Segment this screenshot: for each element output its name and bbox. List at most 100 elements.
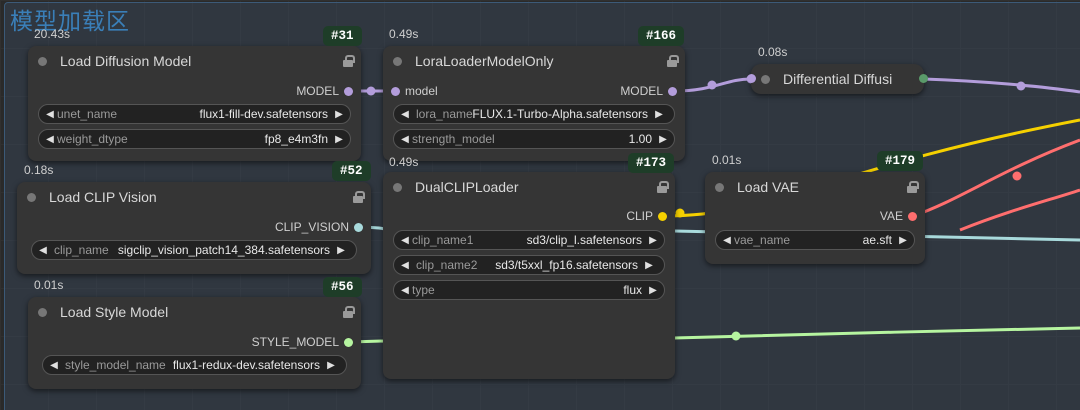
node-id-badge: #173 [628,153,675,173]
output-label: CLIP [626,209,653,223]
output-label: STYLE_MODEL [251,335,339,349]
node-load-vae[interactable]: Load VAE VAE ◀ vae_name ae.sft ▶ [705,172,925,264]
exec-time: 20.43s [34,27,71,41]
lock-icon[interactable] [907,181,919,193]
widget-strength-model[interactable]: ◀ strength_model 1.00 ▶ [393,129,675,149]
exec-time: 0.49s [389,27,419,41]
lock-icon[interactable] [657,181,669,193]
node-id-badge: #56 [323,277,362,297]
node-id-badge: #31 [323,26,362,46]
wire-reroute-dot [1016,81,1026,91]
output-port-model[interactable] [668,87,677,96]
lock-icon[interactable] [343,306,355,318]
widget-label: vae_name [734,233,791,247]
node-title: LoraLoaderModelOnly [415,53,554,69]
node-title: Differential Diffusi [783,71,893,87]
arrow-left-icon[interactable]: ◀ [43,109,57,120]
node-id-badge: #166 [638,26,685,46]
widget-unet-name[interactable]: ◀ unet_name flux1-fill-dev.safetensors ▶ [38,104,351,124]
arrow-right-icon[interactable]: ▶ [332,109,346,120]
node-title: DualCLIPLoader [415,179,519,195]
node-title: Load Diffusion Model [60,53,192,69]
widget-clip-name1[interactable]: ◀ clip_name1 sd3/clip_l.safetensors ▶ [393,230,665,250]
node-status-dot[interactable] [761,74,770,84]
exec-time: 0.18s [24,163,54,177]
node-status-dot[interactable] [715,182,724,192]
output-port-clip[interactable] [658,212,667,221]
widget-value: 1.00 [628,132,652,146]
widget-style-model-name[interactable]: ◀ style_model_name flux1-redux-dev.safet… [42,355,347,375]
node-status-dot[interactable] [38,56,47,66]
widget-value: sd3/t5xxl_fp16.safetensors [495,258,638,272]
wire-reroute-dot [1012,171,1022,181]
arrow-left-icon[interactable]: ◀ [398,235,412,246]
output-port-vae[interactable] [908,212,917,221]
node-differential-diffusion[interactable]: Differential Diffusi [747,64,928,94]
widget-label: clip_name1 [412,233,474,247]
widget-lora-name[interactable]: ◀ lora_name FLUX.1-Turbo-Alpha.safetenso… [393,104,675,124]
widget-value: sigclip_vision_patch14_384.safetensors [117,243,330,257]
arrow-left-icon[interactable]: ◀ [720,235,734,246]
widget-value: flux [623,283,642,297]
node-status-dot[interactable] [393,56,402,66]
widget-value: ae.sft [862,233,892,247]
output-label: CLIP_VISION [274,220,349,234]
input-port-model[interactable] [391,87,400,96]
node-status-dot[interactable] [393,182,402,192]
node-title: Load CLIP Vision [49,189,157,205]
widget-label: strength_model [412,132,495,146]
lock-icon[interactable] [353,191,365,203]
wire-model-out [923,77,1080,94]
widget-vae-name[interactable]: ◀ vae_name ae.sft ▶ [715,230,915,250]
widget-value: FLUX.1-Turbo-Alpha.safetensors [472,107,648,121]
arrow-right-icon[interactable]: ▶ [332,134,346,145]
widget-type[interactable]: ◀ type flux ▶ [393,280,665,300]
widget-clip-name[interactable]: ◀ clip_name sigclip_vision_patch14_384.s… [31,240,357,260]
arrow-right-icon[interactable]: ▶ [896,235,910,246]
node-status-dot[interactable] [38,307,47,317]
node-load-style-model[interactable]: Load Style Model STYLE_MODEL ◀ style_mod… [28,297,361,389]
node-load-diffusion-model[interactable]: Load Diffusion Model MODEL ◀ unet_name f… [28,46,361,161]
node-id-badge: #52 [332,161,371,181]
arrow-right-icon[interactable]: ▶ [334,245,348,256]
widget-label: type [412,283,435,297]
arrow-right-icon[interactable]: ▶ [656,134,670,145]
input-label: model [405,84,438,98]
widget-clip-name2[interactable]: ◀ clip_name2 sd3/t5xxl_fp16.safetensors … [393,255,665,275]
arrow-left-icon[interactable]: ◀ [398,285,412,296]
output-label: MODEL [620,84,663,98]
output-port-model[interactable] [919,74,928,83]
node-title: Load VAE [737,179,800,195]
node-id-badge: #179 [877,151,924,171]
node-lora-loader[interactable]: LoraLoaderModelOnly model MODEL ◀ lora_n… [383,46,685,161]
node-load-clip-vision[interactable]: Load CLIP Vision CLIP_VISION ◀ clip_name… [17,182,371,274]
wire-reroute-dot [731,331,741,341]
widget-label: weight_dtype [57,132,128,146]
node-dual-clip-loader[interactable]: DualCLIPLoader CLIP ◀ clip_name1 sd3/cli… [383,172,675,379]
widget-value: flux1-redux-dev.safetensors [172,358,320,372]
exec-time: 0.08s [758,45,788,59]
arrow-right-icon[interactable]: ▶ [642,260,656,271]
output-port-model[interactable] [344,87,353,96]
arrow-left-icon[interactable]: ◀ [398,134,412,145]
arrow-right-icon[interactable]: ▶ [324,360,338,371]
node-status-dot[interactable] [27,192,36,202]
exec-time: 0.01s [34,278,64,292]
exec-time: 0.01s [712,153,742,167]
wire-reroute-dot [707,80,717,90]
wire-vae-2 [959,188,1080,232]
output-port-style-model[interactable] [344,338,353,347]
exec-time: 0.49s [389,155,419,169]
arrow-left-icon[interactable]: ◀ [43,134,57,145]
arrow-right-icon[interactable]: ▶ [646,285,660,296]
arrow-right-icon[interactable]: ▶ [646,235,660,246]
wire-reroute-dot [675,208,685,218]
widget-label: unet_name [57,107,118,121]
arrow-right-icon[interactable]: ▶ [652,109,666,120]
lock-icon[interactable] [343,55,355,67]
lock-icon[interactable] [667,55,679,67]
output-port-clip-vision[interactable] [354,223,363,232]
widget-value: flux1-fill-dev.safetensors [199,107,329,121]
widget-value: sd3/clip_l.safetensors [526,233,642,247]
widget-weight-dtype[interactable]: ◀ weight_dtype fp8_e4m3fn ▶ [38,129,351,149]
